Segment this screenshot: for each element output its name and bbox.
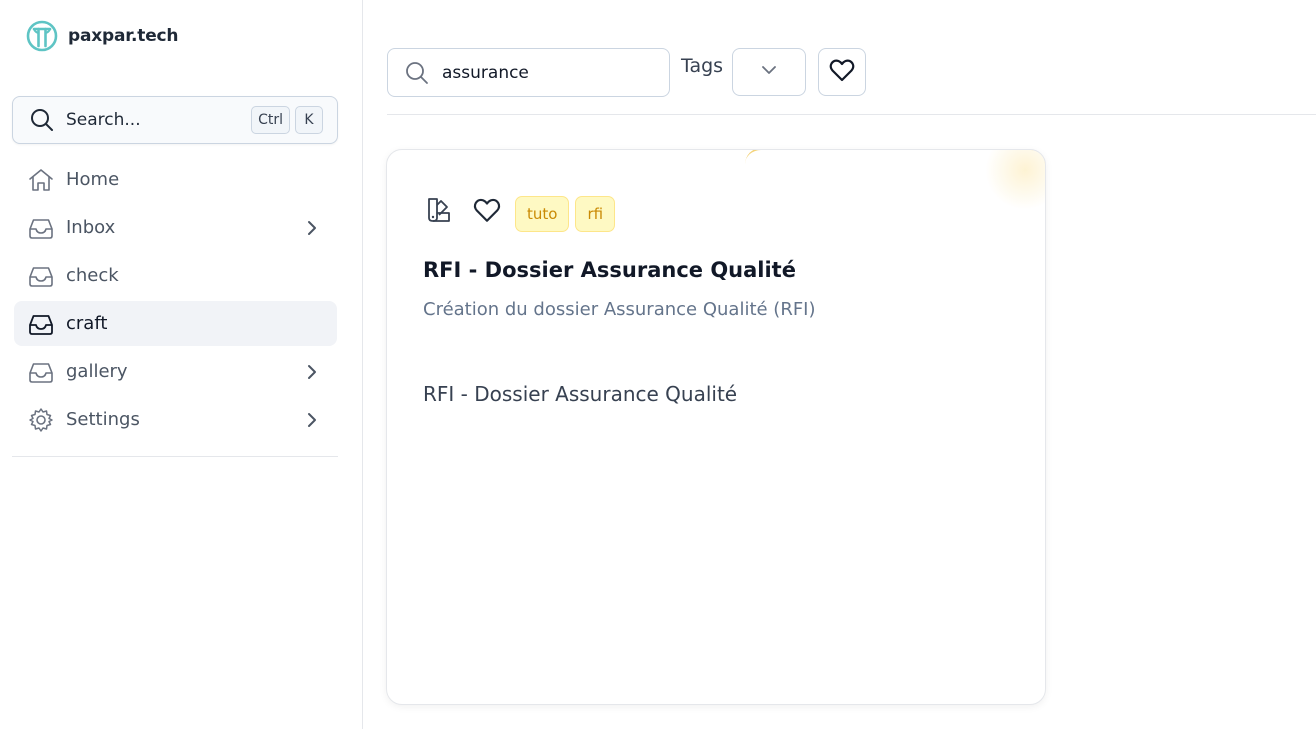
sidebar: paxpar.tech Search... Ctrl K Home Inbox <box>0 0 363 729</box>
chevron-right-icon[interactable] <box>303 363 321 381</box>
sidebar-search-placeholder: Search... <box>66 110 141 130</box>
sidebar-item-inbox[interactable]: Inbox <box>14 205 337 250</box>
card-actions: tuto rfi <box>423 196 621 232</box>
inbox-icon <box>26 213 56 243</box>
tags-label: Tags <box>681 55 724 77</box>
sidebar-item-check[interactable]: check <box>14 253 337 298</box>
main-content: Tags <box>363 0 1316 729</box>
inbox-icon <box>26 357 56 387</box>
shortcut-k-key: K <box>295 106 323 134</box>
heart-icon[interactable] <box>471 194 503 226</box>
sidebar-item-label: Settings <box>66 409 140 430</box>
tags-dropdown[interactable] <box>732 48 806 96</box>
card-subtitle: Création du dossier Assurance Qualité (R… <box>423 299 816 320</box>
swatch-icon[interactable] <box>423 194 455 226</box>
sidebar-item-label: Inbox <box>66 217 116 238</box>
inbox-icon <box>26 309 56 339</box>
sidebar-item-label: gallery <box>66 361 128 382</box>
sidebar-item-home[interactable]: Home <box>14 157 337 202</box>
paxpar-logo-icon <box>26 20 58 52</box>
result-card[interactable]: tuto rfi RFI - Dossier Assurance Qualité… <box>386 149 1046 705</box>
chevron-down-icon <box>760 61 778 83</box>
toolbar-divider <box>387 114 1316 115</box>
tag-badge[interactable]: rfi <box>575 196 616 232</box>
sidebar-search-button[interactable]: Search... Ctrl K <box>12 96 338 144</box>
sidebar-nav: Home Inbox check craft gallery Settings <box>14 157 337 445</box>
sidebar-item-craft[interactable]: craft <box>14 301 337 346</box>
home-icon <box>26 165 56 195</box>
chevron-right-icon[interactable] <box>303 219 321 237</box>
sidebar-item-label: check <box>66 265 119 286</box>
card-body: RFI - Dossier Assurance Qualité <box>423 382 738 406</box>
inbox-icon <box>26 261 56 291</box>
sidebar-item-label: Home <box>66 169 120 190</box>
favorites-filter-button[interactable] <box>818 48 866 96</box>
filter-search-input[interactable] <box>442 62 661 83</box>
brand[interactable]: paxpar.tech <box>26 20 179 52</box>
sidebar-item-gallery[interactable]: gallery <box>14 349 337 394</box>
card-glow <box>985 150 1045 210</box>
heart-icon <box>828 56 856 88</box>
search-icon <box>29 107 55 133</box>
gear-icon <box>26 405 56 435</box>
shortcut-ctrl-key: Ctrl <box>251 106 290 134</box>
card-title[interactable]: RFI - Dossier Assurance Qualité <box>423 258 796 282</box>
sidebar-item-settings[interactable]: Settings <box>14 397 337 442</box>
chevron-right-icon[interactable] <box>303 411 321 429</box>
tag-badge[interactable]: tuto <box>515 196 570 232</box>
search-icon <box>404 60 430 86</box>
sidebar-divider <box>12 456 338 457</box>
filter-search-field[interactable] <box>387 48 670 97</box>
sidebar-item-label: craft <box>66 313 108 334</box>
brand-name: paxpar.tech <box>68 26 179 46</box>
